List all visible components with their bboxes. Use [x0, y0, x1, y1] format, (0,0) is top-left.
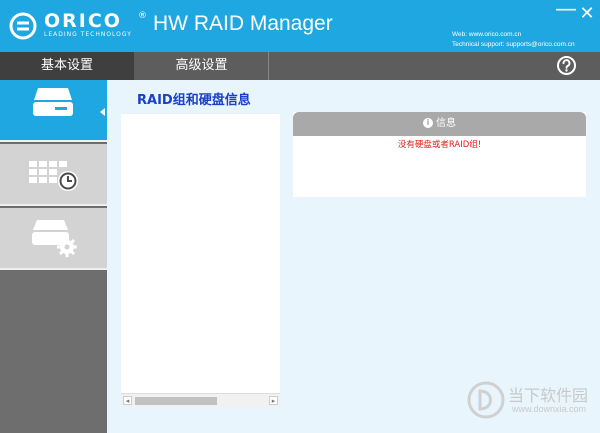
title-bar: ORICO ® LEADING TECHNOLOGY HW RAID Manag… [0, 0, 600, 52]
close-button[interactable]: ✕ [577, 4, 597, 24]
info-header-label: 信息 [436, 118, 456, 129]
sidebar [0, 80, 107, 433]
watermark: 当下软件园 www.downxia.com [466, 378, 596, 424]
horizontal-scrollbar[interactable]: ◂ ▸ [121, 393, 280, 407]
tab-basic-settings[interactable]: 基本设置 [0, 52, 134, 80]
watermark-text: 当下软件园 [508, 386, 589, 405]
drive-settings-icon [32, 220, 77, 257]
logo-registered-mark: ® [138, 11, 147, 21]
orico-logo: ORICO ® LEADING TECHNOLOGY [8, 9, 147, 43]
section-title: RAID组和硬盘信息 [137, 93, 251, 108]
website-text: Web: www.orico.com.cn [452, 31, 522, 38]
scroll-right-icon[interactable]: ▸ [269, 396, 278, 405]
active-indicator-arrow [100, 108, 105, 116]
scroll-left-icon[interactable]: ◂ [123, 396, 132, 405]
minimize-button[interactable]: — [555, 0, 577, 24]
logo-tagline: LEADING TECHNOLOGY [44, 31, 132, 38]
tab-bar: 基本设置 高级设置 [0, 52, 600, 80]
sidebar-item-raid-info[interactable] [0, 80, 107, 142]
hard-drive-icon [33, 88, 73, 116]
info-message: 没有硬盘或者RAID组! [397, 140, 482, 150]
sidebar-item-disk-table[interactable] [0, 144, 107, 206]
watermark-url: www.downxia.com [512, 404, 587, 414]
question-circle-icon[interactable] [556, 55, 577, 76]
info-panel: i 信息 没有硬盘或者RAID组! [293, 112, 586, 197]
table-clock-icon [29, 161, 78, 191]
scroll-thumb[interactable] [135, 397, 217, 405]
watermark-logo-icon [467, 381, 505, 419]
info-icon: i [423, 118, 433, 128]
info-header: i 信息 [293, 112, 586, 136]
contact-info: Web: www.orico.com.cn Technical support:… [452, 30, 575, 50]
logo-text: ORICO [44, 10, 122, 32]
orico-logo-icon [9, 12, 37, 40]
raid-disk-list[interactable]: ◂ ▸ [121, 114, 280, 407]
sidebar-item-drive-settings[interactable] [0, 208, 107, 270]
support-email-text: Technical support: supports@orico.com.cn [452, 41, 575, 48]
tab-advanced-settings[interactable]: 高级设置 [135, 52, 269, 80]
app-title: HW RAID Manager [153, 12, 333, 35]
